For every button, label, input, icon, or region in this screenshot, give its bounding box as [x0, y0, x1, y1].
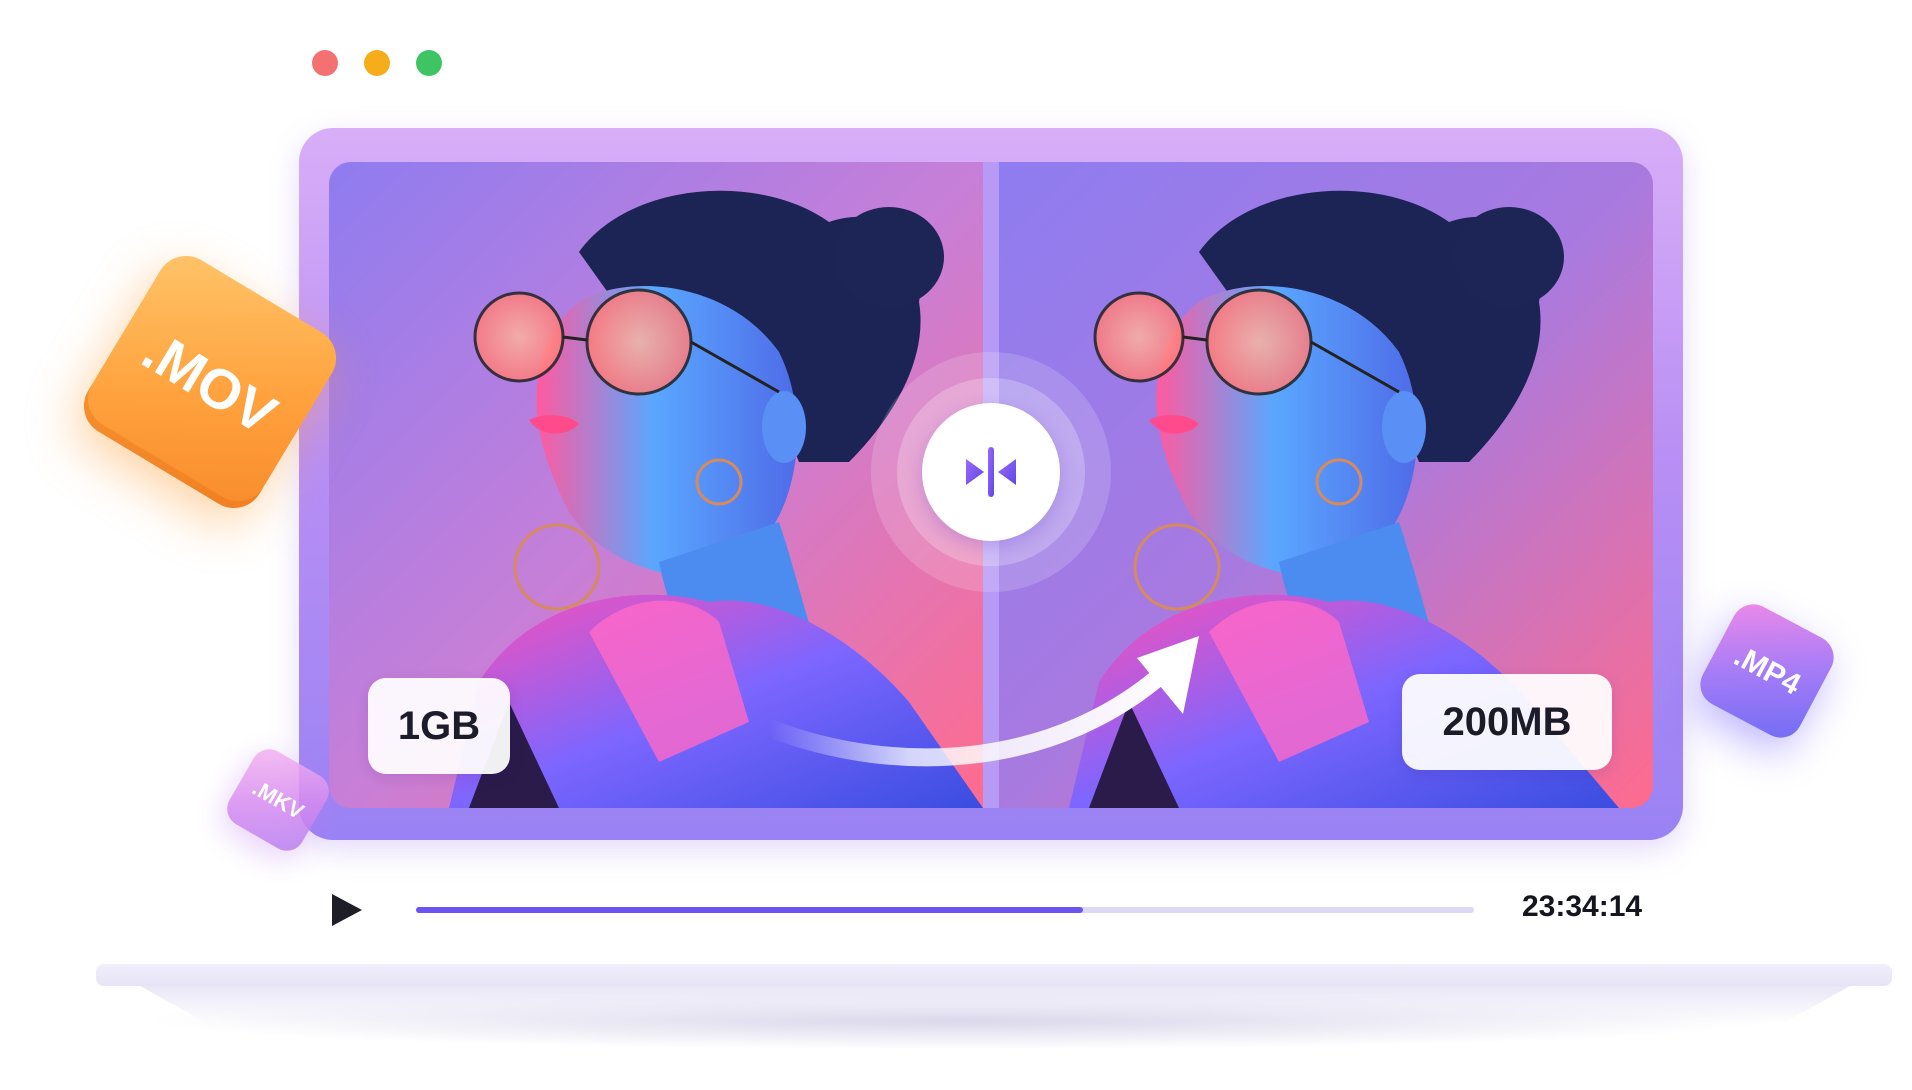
playback-progress-bar[interactable]	[416, 907, 1474, 913]
compressed-size-badge: 200MB	[1402, 674, 1612, 770]
mkv-format-label: .MKV	[248, 774, 309, 825]
playback-time: 23:34:14	[1522, 890, 1643, 923]
window-close-dot[interactable]	[312, 50, 338, 76]
play-icon	[332, 894, 362, 926]
window-minimize-dot[interactable]	[364, 50, 390, 76]
mov-format-label: .MOV	[132, 318, 288, 446]
device-base	[96, 964, 1892, 986]
split-compare-icon	[966, 447, 1016, 497]
compare-slider-handle[interactable]	[922, 403, 1060, 541]
base-underside	[140, 986, 1850, 1024]
original-size-badge: 1GB	[368, 678, 510, 774]
mp4-format-label: .MP4	[1728, 639, 1806, 702]
playback-progress-fill	[416, 907, 1083, 913]
video-preview-frame: 1GB 200MB	[299, 128, 1683, 840]
play-button[interactable]	[330, 892, 364, 928]
mp4-format-tile: .MP4	[1692, 596, 1842, 746]
window-maximize-dot[interactable]	[416, 50, 442, 76]
